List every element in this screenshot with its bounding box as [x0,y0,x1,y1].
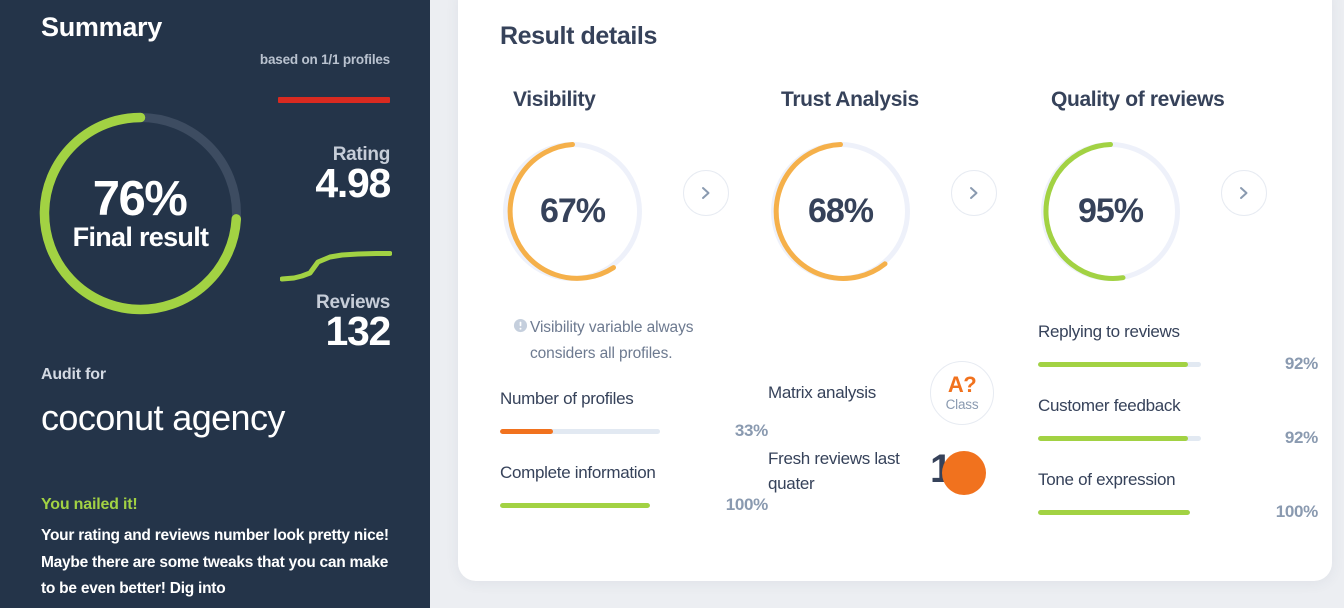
rating-accent-bar [278,97,390,103]
metric-tone-of-expression: Tone of expression 100% [1038,470,1318,522]
trust-analysis-expand-button[interactable] [951,170,997,216]
reviews-sparkline [280,251,392,282]
quality-of-reviews-donut: 95% [1038,134,1183,289]
metric-customer-feedback: Customer feedback 92% [1038,396,1318,448]
metric-fill [500,502,650,508]
visibility-expand-button[interactable] [683,170,729,216]
metric-complete-information: Complete information 100% [500,463,768,515]
metric-percent: 92% [1284,428,1318,447]
metric-track [1038,361,1201,367]
visibility-info-text: Visibility variable always considers all… [530,319,694,363]
result-details-card: Result details Visibility 67% Visibility… [458,0,1332,581]
reviews-value: 132 [325,308,391,354]
verdict-title: You nailed it! [41,496,138,513]
row-matrix-analysis: Matrix analysis A? Class [768,361,1036,425]
fresh-reviews-dot [942,451,986,495]
quality-of-reviews-donut-value: 95% [1077,192,1144,230]
metric-fill [500,428,553,434]
column-heading-visibility: Visibility [513,88,596,111]
metric-track [1038,435,1201,441]
row-fresh-reviews: Fresh reviews last quater 1 [768,447,1036,497]
quality-of-reviews-expand-button[interactable] [1221,170,1267,216]
matrix-class-grade: A? [947,372,977,397]
metric-track [500,502,650,508]
metric-fill [1038,361,1188,367]
metric-label: Customer feedback [1038,396,1181,415]
metric-fill [1038,509,1190,515]
trust-analysis-donut: 68% [768,134,913,289]
metric-bar-row: 92% [1038,354,1318,374]
column-heading-quality-of-reviews: Quality of reviews [1051,88,1225,111]
chevron-right-icon [1240,187,1248,199]
metric-percent: 100% [1275,502,1319,521]
fresh-reviews-visual: 1 [930,447,992,497]
metric-percent: 92% [1284,354,1318,373]
result-details-title: Result details [500,22,657,50]
summary-sidebar: Summary based on 1/1 profiles 76% Final … [0,0,430,608]
metric-label: Tone of expression [1038,470,1176,489]
metric-label: Replying to reviews [1038,322,1180,341]
column-heading-trust-analysis: Trust Analysis [781,88,919,111]
metric-label: Number of profiles [500,389,634,409]
metric-percent: 33% [734,421,768,441]
column-quality-of-reviews: Quality of reviews 95% Replying to revie… [1038,88,1318,522]
matrix-class-badge: A? Class [930,361,994,425]
verdict-body: Your rating and reviews number look pret… [41,527,389,598]
metric-replying-to-reviews: Replying to reviews 92% [1038,322,1318,374]
chevron-right-icon [970,187,978,199]
visibility-donut: 67% [500,134,645,289]
quality-donut-row: 95% [1038,134,1318,289]
trust-analysis-donut-value: 68% [807,192,874,230]
rating-value: 4.98 [315,160,391,206]
column-visibility: Visibility 67% Visibility variable alway… [500,88,768,515]
column-trust-analysis: Trust Analysis 68% Matrix analysis A? Cl… [768,88,1036,497]
agency-name: coconut agency [41,397,285,438]
visibility-donut-value: 67% [539,192,606,230]
metric-number-of-profiles: Number of profiles 33% [500,389,768,441]
metric-fill [1038,435,1188,441]
metric-track [1038,509,1190,515]
final-result-donut: 76% Final result [33,106,248,321]
metric-bar-row: 100% [500,495,768,515]
metric-bar-row: 33% [500,421,768,441]
audit-dashboard: Summary based on 1/1 profiles 76% Final … [0,0,1344,608]
audit-for-label: Audit for [41,366,106,383]
metric-track [500,428,660,434]
info-icon [513,318,528,333]
fresh-reviews-label: Fresh reviews last quater [768,449,900,493]
based-on-profiles-label: based on 1/1 profiles [259,52,390,67]
metric-percent: 100% [725,495,769,515]
final-result-donut-label: 76% Final result [33,106,248,321]
metric-bar-row: 100% [1038,502,1318,522]
metric-label: Complete information [500,463,656,483]
summary-title: Summary [41,12,162,42]
final-result-caption: Final result [72,222,209,253]
metric-bar-row: 92% [1038,428,1318,448]
visibility-donut-row: 67% [500,134,768,289]
matrix-analysis-label: Matrix analysis [768,382,876,402]
final-result-percent: 76% [92,171,188,226]
matrix-class-sublabel: Class [945,397,979,412]
trust-donut-row: 68% [768,134,1036,289]
chevron-right-icon [702,187,710,199]
visibility-info-note: Visibility variable always considers all… [500,315,755,367]
